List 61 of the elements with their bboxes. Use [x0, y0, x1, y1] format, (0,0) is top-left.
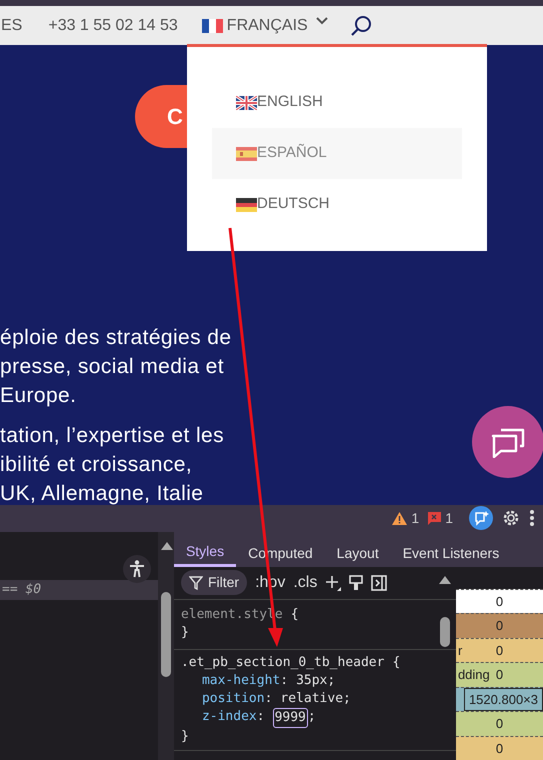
chevron-icon[interactable]: [316, 17, 328, 26]
paint-icon[interactable]: [349, 574, 364, 590]
css-semicolon: ;: [308, 708, 316, 726]
box-model-label: r: [458, 642, 462, 660]
css-brace: }: [180, 728, 189, 746]
scrollbar-thumb[interactable]: [160, 592, 171, 676]
flag-icon: [236, 198, 257, 212]
warning-count[interactable]: 1: [392, 508, 420, 529]
box-model-value: 0: [494, 617, 504, 635]
css-property: max-height: [202, 672, 280, 690]
chat-icon: [491, 426, 525, 458]
box-model-value: 1520.800×3: [464, 688, 543, 711]
css-selector: .et_pb_section_0_tb_header: [180, 654, 384, 672]
paragraph: éploie des stratégies de presse, social media et Europe.: [0, 325, 232, 409]
more-icon[interactable]: [529, 509, 535, 528]
assistant-icon[interactable]: [469, 506, 493, 530]
error-count[interactable]: 1: [427, 508, 453, 529]
search-icon[interactable]: [350, 14, 372, 36]
warning-icon: [392, 512, 408, 525]
add-icon[interactable]: [325, 574, 342, 590]
css-brace: }: [180, 624, 189, 642]
dom-hint: == $0: [0, 580, 158, 600]
scroll-up-icon[interactable]: [438, 576, 451, 584]
box-model-label: dding: [458, 666, 490, 684]
css-property: position: [202, 690, 265, 708]
panel-tab[interactable]: Event Listeners: [390, 532, 512, 566]
paragraph: tation, l’expertise et les ibilité et croissance, UK, Allemagne, Italie: [0, 423, 226, 505]
contact-text: ES: [1, 16, 22, 36]
menu-item[interactable]: ENGLISH: [212, 77, 462, 128]
contact-text: +33 1 55 02 14 53: [48, 16, 178, 36]
css-semicolon: ;: [343, 690, 351, 708]
css-colon: :: [264, 690, 272, 708]
css-property: z-index: [202, 708, 257, 726]
flag-icon: [236, 96, 257, 110]
filter-field[interactable]: Filter: [180, 570, 248, 595]
accessibility-button[interactable]: [123, 554, 151, 582]
css-colon: :: [256, 708, 265, 726]
css-value: relative: [280, 690, 344, 708]
language-selector[interactable]: FRANÇAIS: [202, 14, 308, 38]
value-editor[interactable]: 9999: [272, 708, 308, 728]
css-brace: {: [290, 606, 299, 624]
error-icon: [427, 512, 442, 525]
sidebar-icon[interactable]: [371, 574, 388, 590]
css-brace: {: [392, 654, 400, 672]
box-model-value: 0: [494, 642, 504, 660]
accessibility-icon: [129, 560, 145, 578]
box-model-value: 0: [494, 592, 504, 610]
flag-icon: [236, 146, 257, 160]
cls-toggle[interactable]: .cls: [293, 570, 318, 594]
css-value: 35px: [296, 672, 328, 690]
scrollbar-thumb[interactable]: [440, 616, 450, 646]
flag-icon: [202, 18, 223, 32]
box-model-value: 0: [494, 715, 504, 733]
panel-tab[interactable]: Layout: [324, 532, 391, 566]
filter-icon: [188, 576, 203, 590]
menu-item[interactable]: DEUTSCH: [212, 179, 462, 230]
css-colon: :: [280, 672, 288, 690]
css-semicolon: ;: [327, 672, 336, 690]
scroll-up-icon[interactable]: [160, 542, 173, 550]
box-model-value: 0: [494, 666, 504, 684]
box-model-value: 0: [494, 740, 504, 758]
